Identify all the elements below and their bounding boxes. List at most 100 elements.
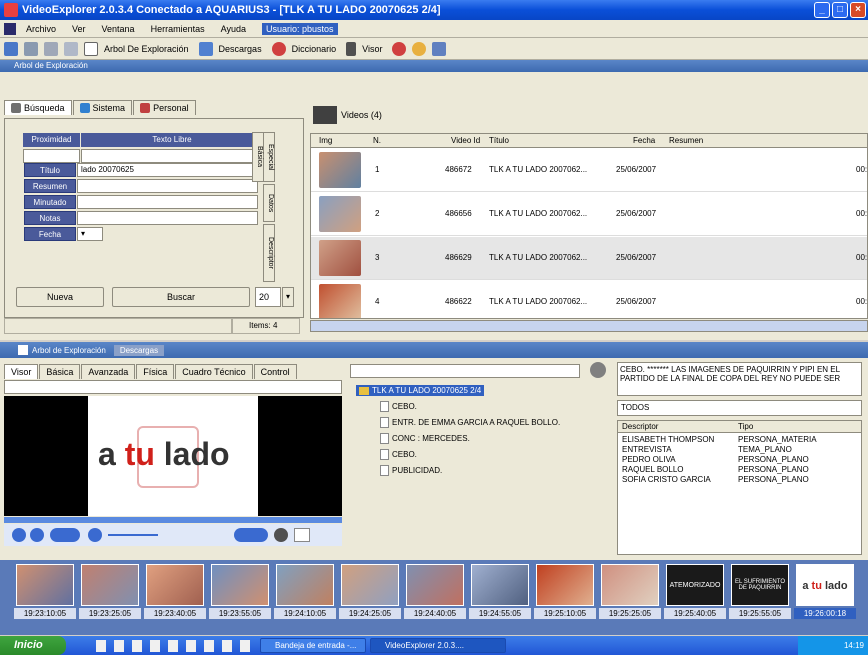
tab-visor[interactable]: Visor (4, 364, 39, 379)
strip-thumbnail[interactable] (471, 564, 529, 606)
strip-thumbnail[interactable] (276, 564, 334, 606)
table-row[interactable]: 2 486656 TLK A TU LADO 2007062... 25/06/… (311, 193, 867, 236)
settings-icon[interactable] (274, 528, 288, 542)
save-icon[interactable] (4, 41, 18, 56)
vtab-datos[interactable]: Datos (263, 184, 275, 222)
task-videoexplorer[interactable]: VideoExplorer 2.0.3.... (370, 638, 506, 653)
tab-descargas[interactable]: Descargas (113, 344, 165, 356)
col-titulo[interactable]: Título (489, 136, 509, 145)
col-img[interactable]: Img (319, 136, 332, 145)
table-row[interactable]: 1 486672 TLK A TU LADO 2007062... 25/06/… (311, 149, 867, 192)
minutado-input[interactable] (77, 195, 258, 209)
tab-avanzada[interactable]: Avanzada (81, 364, 136, 379)
strip-thumbnail[interactable] (601, 564, 659, 606)
tab-control[interactable]: Control (253, 364, 297, 379)
volume-icon[interactable] (88, 528, 102, 542)
back-icon[interactable] (64, 41, 78, 56)
fecha-dropdown[interactable]: ▾ (77, 227, 103, 241)
app-menu-icon[interactable] (4, 22, 16, 35)
panel-header: Arbol de Exploración (0, 60, 868, 72)
frame-step-icon[interactable] (234, 528, 268, 542)
menu-ayuda[interactable]: Ayuda (221, 24, 246, 34)
strip-thumbnail[interactable]: ATEMORIZADO (666, 564, 724, 606)
titulo-input[interactable]: lado 20070625 (77, 163, 258, 177)
vtab-especial[interactable]: Especial (263, 132, 275, 182)
tab-fisica[interactable]: Física (136, 364, 175, 379)
strip-thumbnail-selected[interactable]: a tu lado (796, 564, 854, 606)
tab-sistema[interactable]: Sistema (72, 100, 133, 115)
task-outlook[interactable]: Bandeja de entrada -... (260, 638, 366, 653)
print-icon[interactable] (24, 41, 38, 56)
video-player[interactable]: a tu lado (4, 396, 342, 516)
video-progress[interactable] (4, 517, 342, 523)
strip-thumbnail[interactable] (341, 564, 399, 606)
quick-launch-icons[interactable] (96, 639, 256, 652)
minimize-button[interactable]: _ (814, 2, 830, 18)
count-spinner[interactable]: ▾ (282, 287, 294, 307)
col-fecha[interactable]: Fecha (633, 136, 655, 145)
filter-dropdown[interactable]: TODOS (617, 400, 862, 416)
strip-thumbnail[interactable] (146, 564, 204, 606)
col-resumen[interactable]: Resumen (669, 136, 703, 145)
rewind-icon[interactable] (50, 528, 80, 542)
help-icon[interactable] (412, 41, 427, 56)
result-count-input[interactable]: 20 (255, 287, 281, 307)
strip-thumbnail[interactable] (211, 564, 269, 606)
fullscreen-icon[interactable] (294, 528, 310, 542)
notas-input[interactable] (77, 211, 258, 225)
tree-item[interactable]: ENTR. DE EMMA GARCIA A RAQUEL BOLLO. (380, 417, 560, 428)
videos-tab[interactable]: Videos (4) (313, 106, 382, 124)
strip-thumbnail[interactable] (81, 564, 139, 606)
bottom-tabs: Arbol de Exploración Descargas (0, 342, 868, 358)
strip-thumbnail[interactable]: EL SUFRIMIENTO DE PAQUIRRIN (731, 564, 789, 606)
strip-thumbnail[interactable] (536, 564, 594, 606)
vtab-descriptor[interactable]: Descriptor (263, 224, 275, 282)
segment-description: CEBO. ******* LAS IMAGENES DE PAQUIRRIN … (617, 362, 862, 396)
tree-item[interactable]: PUBLICIDAD. (380, 465, 442, 476)
strip-thumbnail[interactable] (16, 564, 74, 606)
volume-slider[interactable] (108, 534, 158, 536)
table-row[interactable]: 4 486622 TLK A TU LADO 2007062... 25/06/… (311, 281, 867, 318)
arbol-button[interactable]: Arbol De Exploración (84, 41, 189, 56)
maximize-button[interactable]: □ (832, 2, 848, 18)
vtab-basica[interactable]: Básica (252, 132, 264, 182)
buscar-button[interactable]: Buscar (112, 287, 250, 307)
close-button[interactable]: × (850, 2, 866, 18)
search-icon[interactable] (590, 362, 606, 378)
tree-item[interactable]: CONC : MERCEDES. (380, 433, 470, 444)
menu-herramientas[interactable]: Herramientas (151, 24, 205, 34)
menu-ver[interactable]: Ver (72, 24, 86, 34)
diccionario-button[interactable]: Diccionario (271, 41, 336, 56)
tree-item[interactable]: CEBO. (380, 401, 417, 412)
tab-busqueda[interactable]: Búsqueda (4, 100, 72, 115)
folder-icon (359, 386, 369, 395)
grid-horizontal-scrollbar[interactable] (310, 320, 868, 332)
fecha-label: Fecha (24, 227, 76, 241)
descriptor-column: ELISABETH THOMPSON ENTREVISTA PEDRO OLIVA R… (622, 435, 715, 484)
tab-arbol[interactable]: Arbol de Exploración (32, 346, 106, 355)
strip-thumbnail[interactable] (406, 564, 464, 606)
menu-ventana[interactable]: Ventana (102, 24, 135, 34)
proximidad-input[interactable] (23, 149, 80, 163)
tab-basica[interactable]: Básica (39, 364, 81, 379)
play-icon[interactable] (12, 528, 26, 542)
menu-archivo[interactable]: Archivo (26, 24, 56, 34)
table-row[interactable]: 3 486629 TLK A TU LADO 2007062... 25/06/… (311, 237, 867, 280)
resumen-input[interactable] (77, 179, 258, 193)
tab-cuadro-tecnico[interactable]: Cuadro Técnico (175, 364, 253, 379)
tree-search-input[interactable] (350, 364, 580, 378)
visor-button[interactable]: Visor (346, 41, 382, 56)
info-icon[interactable] (432, 41, 447, 56)
start-button[interactable]: Inicio (0, 636, 66, 655)
tree-item[interactable]: CEBO. (380, 449, 417, 460)
refresh-icon[interactable] (44, 41, 58, 56)
col-videoid[interactable]: Video Id (451, 136, 480, 145)
stop-icon[interactable] (30, 528, 44, 542)
descargas-button[interactable]: Descargas (198, 41, 262, 56)
nueva-button[interactable]: Nueva (16, 287, 104, 307)
texto-libre-input[interactable] (81, 149, 262, 163)
record-icon[interactable] (392, 41, 407, 56)
tab-personal[interactable]: Personal (133, 100, 196, 115)
tree-root[interactable]: TLK A TU LADO 20070625 2/4 (356, 385, 485, 396)
col-n[interactable]: N. (373, 136, 381, 145)
